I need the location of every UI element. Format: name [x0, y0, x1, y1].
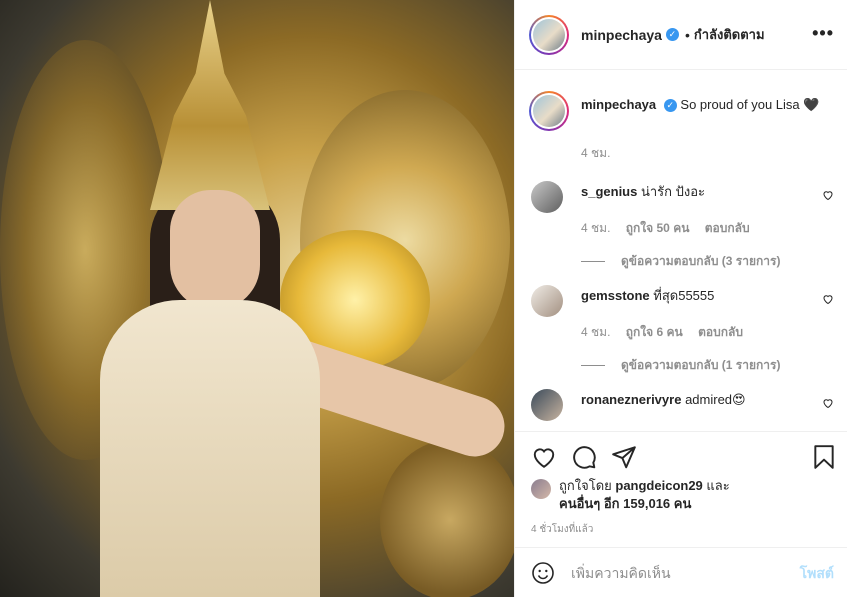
- liked-by-summary: ถูกใจโดย pangdeicon29 และ คนอื่นๆ อีก 15…: [531, 477, 730, 513]
- others-likes-button[interactable]: คนอื่นๆ อีก 159,016 คน: [559, 496, 691, 511]
- comment-body: admired😍: [685, 392, 746, 407]
- comment-username[interactable]: ronaneznerivyre: [581, 392, 681, 407]
- like-comment-heart-icon[interactable]: [822, 293, 834, 305]
- liker-avatar[interactable]: [531, 479, 551, 499]
- comment-item: s_genius น่ารัก ปังอะ 4 ชม. ถูกใจ 50 คน …: [529, 181, 834, 281]
- comment-username[interactable]: gemsstone: [581, 288, 650, 303]
- comment-meta: 4 ชม. ถูกใจ 50 คน ตอบกลับ: [581, 219, 762, 238]
- view-replies-label: ดูข้อความตอบกลับ (3 รายการ): [621, 254, 781, 268]
- caption-avatar[interactable]: [529, 91, 569, 131]
- comments-list[interactable]: minpechaya ✓ So proud of you Lisa 🖤 4 ชม…: [515, 71, 847, 431]
- verified-badge-icon: ✓: [665, 28, 679, 41]
- avatar[interactable]: [529, 14, 569, 55]
- comment-item: ronaneznerivyre admired😍: [529, 389, 834, 431]
- comment-avatar[interactable]: [531, 285, 563, 317]
- post-panel: minpechaya ✓ • กำลังติดตาม ••• minpechay…: [514, 0, 847, 597]
- post-actions: ถูกใจโดย pangdeicon29 และ คนอื่นๆ อีก 15…: [515, 431, 847, 551]
- post-header: minpechaya ✓ • กำลังติดตาม •••: [515, 0, 847, 70]
- liked-by-text: ถูกใจโดย pangdeicon29 และ คนอื่นๆ อีก 15…: [559, 477, 730, 513]
- reply-button[interactable]: ตอบกลับ: [698, 325, 743, 339]
- header-username[interactable]: minpechaya: [581, 27, 662, 43]
- liked-by-prefix: ถูกใจโดย: [559, 478, 612, 493]
- comment-body: ที่สุด55555: [653, 288, 715, 303]
- more-options-icon[interactable]: •••: [812, 24, 834, 42]
- caption-time[interactable]: 4 ชม.: [581, 144, 610, 163]
- comment-text: s_genius น่ารัก ปังอะ: [581, 183, 811, 201]
- post-photo[interactable]: [0, 0, 514, 597]
- throne-ornament: [380, 440, 514, 597]
- share-send-icon[interactable]: [611, 444, 637, 470]
- caption-username[interactable]: minpechaya: [581, 97, 656, 112]
- comment-avatar[interactable]: [531, 389, 563, 421]
- avatar-image: [533, 18, 565, 51]
- like-comment-heart-icon[interactable]: [822, 397, 834, 409]
- comment-likes[interactable]: ถูกใจ 6 คน: [626, 325, 683, 339]
- view-replies-button[interactable]: ดูข้อความตอบกลับ (3 รายการ): [581, 252, 780, 271]
- figure-crown: [150, 0, 270, 210]
- caption-text: minpechaya ✓ So proud of you Lisa 🖤: [581, 96, 831, 114]
- save-bookmark-icon[interactable]: [811, 444, 837, 470]
- separator-dot: •: [684, 26, 690, 43]
- figure-dress: [100, 300, 320, 597]
- comment-bubble-icon[interactable]: [571, 444, 597, 470]
- view-replies-label: ดูข้อความตอบกลับ (1 รายการ): [621, 358, 781, 372]
- comment-time[interactable]: 4 ชม.: [581, 325, 610, 339]
- comment-likes[interactable]: ถูกใจ 50 คน: [626, 221, 690, 235]
- comment-avatar[interactable]: [531, 181, 563, 213]
- comment-item: gemsstone ที่สุด55555 4 ชม. ถูกใจ 6 คน ต…: [529, 285, 834, 385]
- avatar-image: [533, 95, 565, 127]
- post-timestamp[interactable]: 4 ชั่วโมงที่แล้ว: [531, 522, 593, 537]
- comment-meta: 4 ชม. ถูกใจ 6 คน ตอบกลับ: [581, 323, 755, 342]
- caption-body: So proud of you Lisa 🖤: [680, 97, 820, 112]
- liked-by-conj: และ: [706, 478, 730, 493]
- comment-username[interactable]: s_genius: [581, 184, 637, 199]
- following-status-button[interactable]: กำลังติดตาม: [694, 24, 765, 45]
- comment-text: gemsstone ที่สุด55555: [581, 287, 811, 305]
- comment-text: ronaneznerivyre admired😍: [581, 391, 811, 409]
- figure-face: [170, 190, 260, 310]
- emoji-smiley-icon[interactable]: [531, 561, 555, 585]
- reply-button[interactable]: ตอบกลับ: [705, 221, 750, 235]
- like-heart-icon[interactable]: [531, 444, 557, 470]
- view-replies-button[interactable]: ดูข้อความตอบกลับ (1 รายการ): [581, 356, 780, 375]
- post-comment-button[interactable]: โพสต์: [800, 563, 834, 585]
- replies-divider: [581, 261, 605, 262]
- replies-divider: [581, 365, 605, 366]
- verified-badge-icon: ✓: [663, 99, 677, 113]
- liker-username[interactable]: pangdeicon29: [615, 478, 702, 493]
- add-comment-bar: โพสต์: [515, 547, 847, 597]
- comment-input[interactable]: [571, 560, 781, 586]
- comment-time[interactable]: 4 ชม.: [581, 221, 610, 235]
- comment-body: น่ารัก ปังอะ: [640, 184, 706, 199]
- like-comment-heart-icon[interactable]: [822, 189, 834, 201]
